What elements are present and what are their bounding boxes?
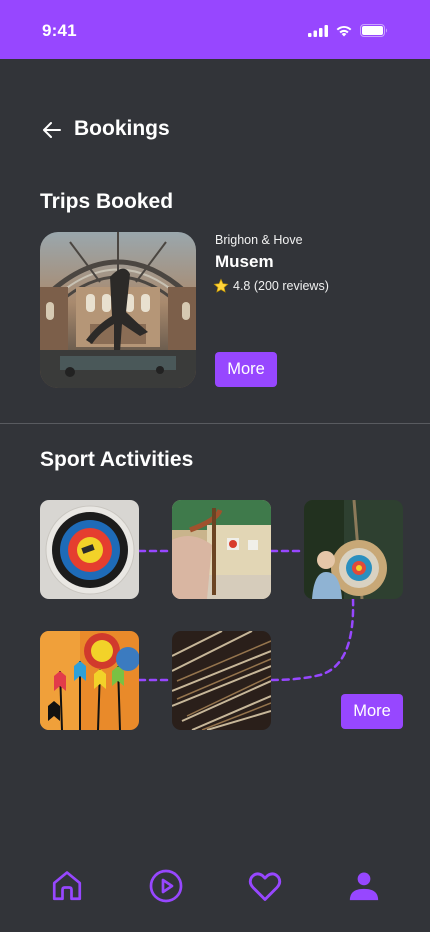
nav-home[interactable] (47, 866, 87, 906)
child-with-target[interactable] (304, 500, 403, 599)
play-icon (149, 869, 183, 903)
nav-favorites[interactable] (245, 866, 285, 906)
bookings-screen: 9:41 Bookings Trips Booked Brighon & Hov… (0, 0, 430, 932)
nav-profile[interactable] (344, 866, 384, 906)
heart-icon (248, 872, 282, 901)
nav-play[interactable] (146, 866, 186, 906)
archery-target-closeup[interactable] (40, 500, 139, 599)
home-icon (52, 871, 82, 901)
activity-path-connectors (137, 549, 355, 682)
sports-more-button[interactable]: More (341, 694, 403, 729)
profile-icon (349, 872, 379, 901)
archer-drawing-bow[interactable] (172, 500, 271, 599)
arrow-fletchings[interactable] (172, 631, 271, 730)
arrows-in-target[interactable] (40, 631, 139, 730)
